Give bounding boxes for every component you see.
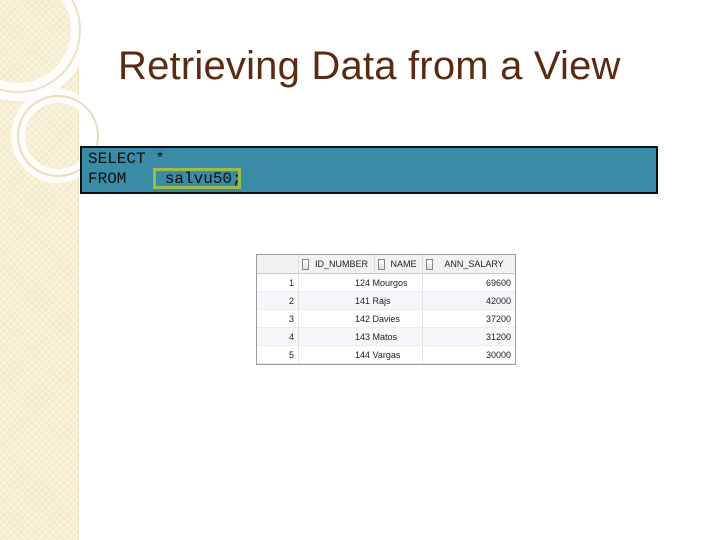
column-header-ann-salary[interactable]: ANN_SALARY [423,255,515,273]
sort-icon [302,258,309,270]
row-number: 4 [257,328,299,345]
id-name-cell: 142 Davies [299,310,423,327]
table-row[interactable]: 5 144 Vargas 30000 [257,346,515,364]
salary-cell: 69600 [485,277,511,288]
view-name-highlight [153,168,241,189]
query-result-grid: ID_NUMBER NAME ANN_SALARY 1 124 Mourgos … [256,254,516,365]
decorative-side-strip [0,0,79,540]
id-name-cell: 144 Vargas [299,346,423,363]
salary-cell: 30000 [485,349,511,360]
code-line-select: SELECT * [88,150,165,168]
sql-code-block: SELECT * FROM salvu50; [80,146,658,194]
table-row[interactable]: 1 124 Mourgos 69600 [257,274,515,292]
id-name-cell: 141 Rajs [299,292,423,309]
slide-title: Retrieving Data from a View [118,44,621,88]
table-row[interactable]: 3 142 Davies 37200 [257,310,515,328]
column-header-id-number[interactable]: ID_NUMBER [299,255,375,273]
column-header-name[interactable]: NAME [375,255,423,273]
table-row[interactable]: 2 141 Rajs 42000 [257,292,515,310]
grid-header: ID_NUMBER NAME ANN_SALARY [257,255,515,274]
salary-cell: 42000 [485,295,511,306]
id-name-cell: 124 Mourgos [299,274,423,291]
salary-cell: 31200 [485,331,511,342]
salary-cell: 37200 [485,313,511,324]
sort-icon [426,258,433,270]
row-number: 3 [257,310,299,327]
table-row[interactable]: 4 143 Matos 31200 [257,328,515,346]
row-number: 5 [257,346,299,363]
row-number: 1 [257,274,299,291]
row-number: 2 [257,292,299,309]
row-number-header [257,255,299,273]
id-name-cell: 143 Matos [299,328,423,345]
sort-icon [378,258,385,270]
